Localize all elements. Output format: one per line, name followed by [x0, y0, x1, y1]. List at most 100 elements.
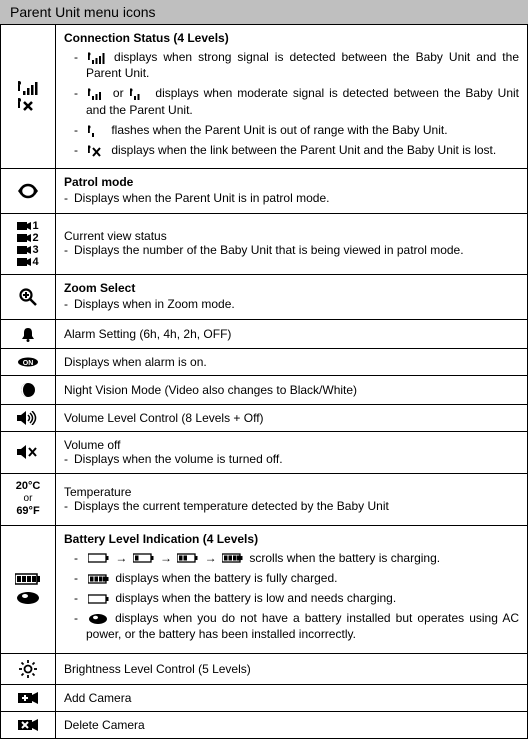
row-add-camera: Add Camera: [1, 684, 528, 711]
cam-num-4: 4: [32, 256, 38, 268]
icon-cell-volume: [1, 404, 56, 431]
battery-blob-icon: [88, 613, 108, 625]
delete-camera-heading: Delete Camera: [64, 718, 145, 732]
desc-night-vision: Night Vision Mode (Video also changes to…: [56, 375, 528, 404]
connection-item-0: displays when strong signal is detected …: [74, 49, 519, 81]
current-view-desc: Displays the number of the Baby Unit tha…: [64, 243, 519, 259]
connection-item-2: flashes when the Parent Unit is out of r…: [74, 122, 519, 138]
alarm-on-heading: Displays when alarm is on.: [64, 355, 207, 369]
battery-full-icon: [88, 574, 110, 584]
battery-item-2: displays when the battery is low and nee…: [74, 590, 519, 606]
icon-cell-connection: [1, 25, 56, 169]
volume-off-desc: Displays when the volume is turned off.: [64, 452, 519, 468]
temperature-desc: Displays the current temperature detecte…: [64, 499, 519, 515]
signal-3-icon: [88, 88, 106, 100]
current-view-heading: Current view status: [64, 229, 167, 243]
row-night-vision: Night Vision Mode (Video also changes to…: [1, 375, 528, 404]
volume-heading: Volume Level Control (8 Levels + Off): [64, 411, 264, 425]
camera-icon: [17, 257, 31, 267]
temp-c: 20°C: [9, 480, 47, 493]
row-zoom: Zoom Select Displays when in Zoom mode.: [1, 275, 528, 320]
desc-alarm-on: Displays when alarm is on.: [56, 348, 528, 375]
row-brightness: Brightness Level Control (5 Levels): [1, 653, 528, 684]
row-volume: Volume Level Control (8 Levels + Off): [1, 404, 528, 431]
camera-icon: [17, 221, 31, 231]
temp-or: or: [9, 493, 47, 505]
signal-4-icon: [9, 81, 47, 95]
icon-cell-battery: [1, 525, 56, 653]
cam-num-3: 3: [32, 244, 38, 256]
page-title: Parent Unit menu icons: [10, 4, 156, 20]
brightness-icon: [9, 660, 47, 678]
icon-cell-alarm-setting: [1, 319, 56, 348]
cam-num-1: 1: [32, 220, 38, 232]
night-vision-heading: Night Vision Mode (Video also changes to…: [64, 383, 357, 397]
row-patrol: Patrol mode Displays when the Parent Uni…: [1, 169, 528, 214]
zoom-heading: Zoom Select: [64, 281, 519, 295]
battery-2-icon: [177, 553, 199, 563]
battery-text-0: scrolls when the battery is charging.: [249, 551, 440, 565]
camera-icon: [17, 233, 31, 243]
icon-cell-delete-camera: [1, 711, 56, 738]
connection-item-1: or displays when moderate signal is dete…: [74, 85, 519, 117]
icon-cell-temperature: 20°C or 69°F: [1, 474, 56, 525]
signal-x-icon: [9, 98, 47, 112]
battery-list: → → → scrolls when the battery is chargi…: [64, 550, 519, 643]
desc-brightness: Brightness Level Control (5 Levels): [56, 653, 528, 684]
add-camera-heading: Add Camera: [64, 691, 131, 705]
desc-battery: Battery Level Indication (4 Levels) → → …: [56, 525, 528, 653]
battery-blob-icon: [9, 591, 47, 605]
icon-cell-patrol: [1, 169, 56, 214]
desc-current-view: Current view status Displays the number …: [56, 213, 528, 274]
svg-text:ON: ON: [23, 360, 34, 367]
night-vision-icon: [9, 382, 47, 398]
icon-cell-night-vision: [1, 375, 56, 404]
alarm-icon: [9, 326, 47, 342]
patrol-desc: Displays when the Parent Unit is in patr…: [64, 191, 519, 207]
signal-x-icon: [88, 145, 106, 157]
volume-off-icon: [9, 445, 47, 459]
connection-text-1: displays when moderate signal is detecte…: [86, 86, 519, 116]
connection-item-3: displays when the link between the Paren…: [74, 142, 519, 158]
icon-cell-alarm-on: ON: [1, 348, 56, 375]
row-current-view: 1 2 3 4 Current view status Displays the…: [1, 213, 528, 274]
signal-1-icon: [88, 125, 106, 137]
connection-heading: Connection Status (4 Levels): [64, 31, 519, 45]
desc-volume: Volume Level Control (8 Levels + Off): [56, 404, 528, 431]
battery-empty-icon: [88, 553, 110, 563]
battery-text-2: displays when the battery is low and nee…: [115, 591, 396, 605]
signal-2-icon: [130, 88, 148, 100]
battery-1-icon: [133, 553, 155, 563]
alarm-on-icon: ON: [9, 357, 47, 367]
battery-text-3: displays when you do not have a battery …: [86, 611, 519, 641]
row-connection: Connection Status (4 Levels) displays wh…: [1, 25, 528, 169]
zoom-icon: [9, 288, 47, 306]
title-bar: Parent Unit menu icons: [0, 0, 528, 24]
desc-alarm-setting: Alarm Setting (6h, 4h, 2h, OFF): [56, 319, 528, 348]
connection-or: or: [113, 86, 124, 100]
battery-full-icon: [9, 573, 47, 585]
battery-item-1: displays when the battery is fully charg…: [74, 570, 519, 586]
desc-zoom: Zoom Select Displays when in Zoom mode.: [56, 275, 528, 320]
desc-connection: Connection Status (4 Levels) displays wh…: [56, 25, 528, 169]
row-temperature: 20°C or 69°F Temperature Displays the cu…: [1, 474, 528, 525]
connection-text-2: flashes when the Parent Unit is out of r…: [111, 123, 447, 137]
patrol-icon: [9, 183, 47, 199]
connection-text-3: displays when the link between the Paren…: [111, 143, 496, 157]
brightness-heading: Brightness Level Control (5 Levels): [64, 662, 251, 676]
battery-heading: Battery Level Indication (4 Levels): [64, 532, 519, 546]
battery-text-1: displays when the battery is fully charg…: [115, 571, 337, 585]
volume-icon: [9, 411, 47, 425]
battery-item-3: displays when you do not have a battery …: [74, 610, 519, 642]
volume-off-heading: Volume off: [64, 438, 120, 452]
desc-volume-off: Volume off Displays when the volume is t…: [56, 431, 528, 474]
battery-empty-icon: [88, 594, 110, 604]
delete-camera-icon: [9, 718, 47, 732]
desc-delete-camera: Delete Camera: [56, 711, 528, 738]
row-alarm-setting: Alarm Setting (6h, 4h, 2h, OFF): [1, 319, 528, 348]
cam-num-2: 2: [32, 232, 38, 244]
alarm-setting-heading: Alarm Setting (6h, 4h, 2h, OFF): [64, 327, 231, 341]
icon-cell-zoom: [1, 275, 56, 320]
temp-f: 69°F: [9, 505, 47, 518]
row-battery: Battery Level Indication (4 Levels) → → …: [1, 525, 528, 653]
